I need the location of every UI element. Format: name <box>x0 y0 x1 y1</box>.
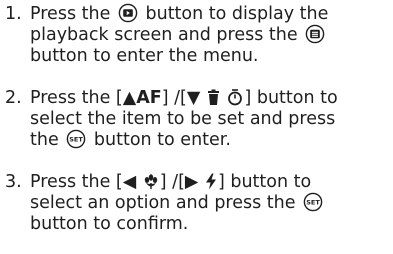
step-text: button to enter the menu. <box>30 46 259 66</box>
step-line: the SET button to enter. <box>30 129 390 151</box>
step-line: select an option and press the SET <box>30 192 390 214</box>
step-text: select an option and press the <box>30 193 296 213</box>
down-arrow-label: ▼ <box>186 88 201 108</box>
step-text: playback screen and press the <box>30 25 298 45</box>
set-button-icon: SET <box>67 129 86 149</box>
right-arrow-label: ▶ <box>184 172 199 192</box>
delete-icon <box>207 89 219 105</box>
step-text: ] button to <box>217 172 312 192</box>
step-text: button to confirm. <box>30 214 189 234</box>
self-timer-icon <box>228 88 243 105</box>
up-af-label: ▲AF <box>122 88 162 108</box>
instruction-page: 1. Press the button to display the playb… <box>0 0 393 254</box>
flash-icon <box>205 173 216 189</box>
step-line: Press the [▲AF] /[▼ ] button to <box>30 88 390 109</box>
set-button-icon: SET <box>303 192 323 212</box>
step-text: ] button to <box>244 88 338 108</box>
step-line: button to enter the menu. <box>30 46 390 67</box>
left-arrow-label: ◀ <box>122 172 137 192</box>
step-number: 3. <box>5 172 22 192</box>
menu-button-icon <box>305 24 325 44</box>
step-text: select the item to be set and press <box>30 109 336 129</box>
step-line: playback screen and press the <box>30 24 390 46</box>
step-line: Press the [◀ ] /[▶ ] button to <box>30 172 390 193</box>
step-text: Press the [ <box>30 172 123 192</box>
step-text: ] /[ <box>159 172 185 192</box>
playback-button-icon <box>118 3 138 23</box>
step-text: button to enter. <box>93 130 231 150</box>
step-text: Press the [ <box>30 88 123 108</box>
macro-icon <box>144 173 157 189</box>
step-number: 2. <box>5 88 22 108</box>
step-text: Press the <box>30 4 111 24</box>
step-text: the <box>30 130 59 150</box>
step-line: select the item to be set and press <box>30 109 390 130</box>
svg-text:SET: SET <box>70 136 84 144</box>
step-line: button to confirm. <box>30 214 390 235</box>
step-text: button to display the <box>145 4 329 24</box>
step-number: 1. <box>5 4 22 24</box>
svg-text:SET: SET <box>306 199 320 207</box>
step-text: ] /[ <box>161 88 187 108</box>
step-line: Press the button to display the <box>30 3 390 25</box>
